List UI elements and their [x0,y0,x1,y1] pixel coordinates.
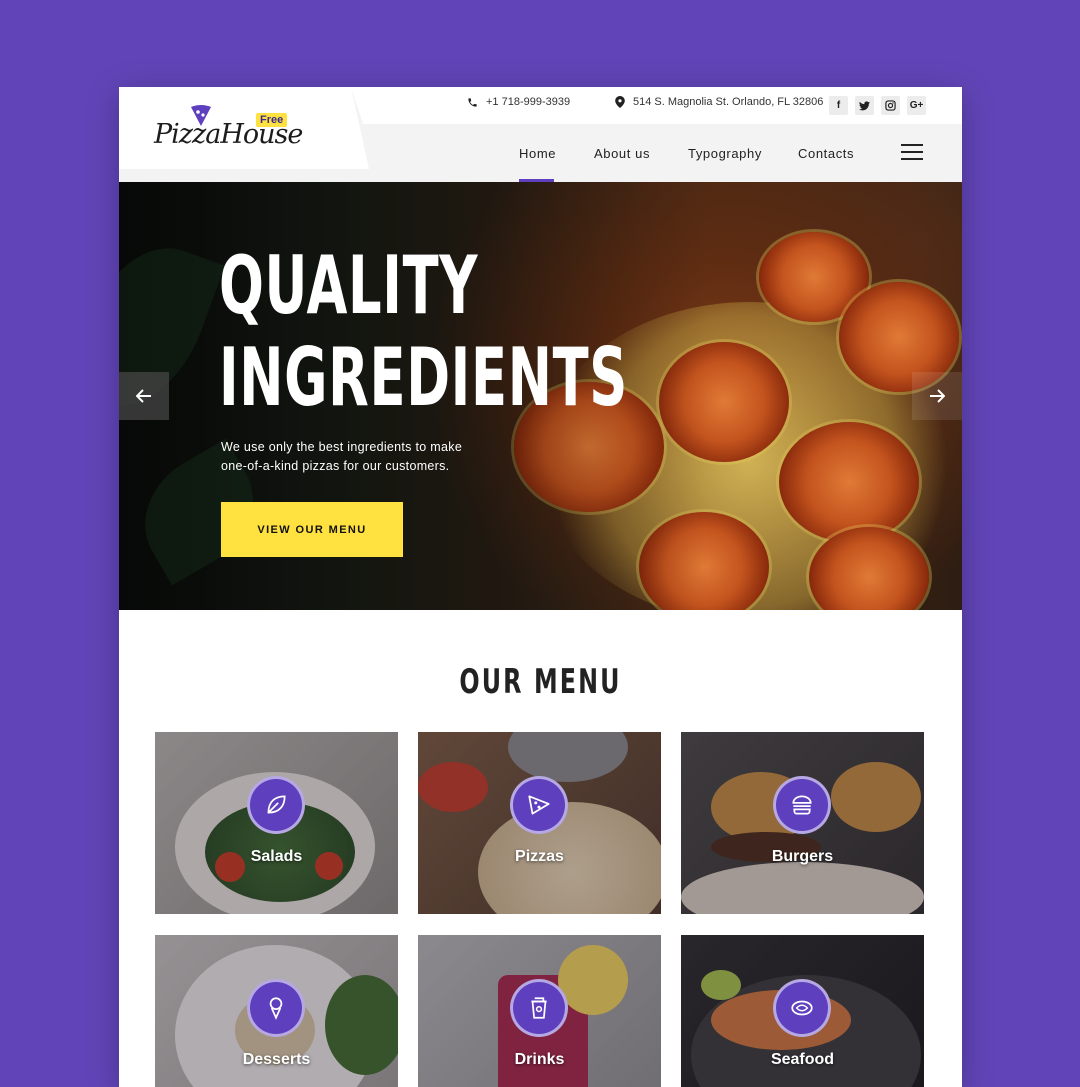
burger-icon [773,776,831,834]
menu-section-title: OUR MENU [459,662,622,702]
nav-typography[interactable]: Typography [688,146,762,161]
menu-card-label: Pizzas [515,848,564,865]
nav-contacts[interactable]: Contacts [798,146,854,161]
cup-icon [510,979,568,1037]
hero-description: We use only the best ingredients to make… [221,440,463,473]
menu-card-burgers[interactable]: Burgers [681,732,924,914]
menu-card-label: Burgers [771,848,834,865]
free-badge: Free [256,113,288,127]
hero-title: QUALITY INGREDIENTS [219,240,628,424]
site-header: PizzaHouse Free +1 718-999-3939 514 S. M… [119,87,962,182]
logo[interactable]: PizzaHouse Free [154,105,303,155]
nav-home[interactable]: Home [519,146,556,161]
facebook-icon[interactable]: f [829,96,848,115]
menu-card-desserts[interactable]: Desserts [155,935,398,1087]
phone-contact[interactable]: +1 718-999-3939 [467,96,570,108]
menu-card-pizzas[interactable]: Pizzas [418,732,661,914]
menu-card-label: Drinks [514,1051,565,1068]
arrow-left-icon [136,389,151,403]
arrow-right-icon [930,389,945,403]
phone-icon [468,97,477,107]
menu-card-label: Seafood [770,1051,835,1068]
menu-card-label: Salads [250,848,303,865]
twitter-icon[interactable] [855,96,874,115]
menu-card-label: Desserts [242,1051,311,1068]
google-plus-icon[interactable]: G+ [907,96,926,115]
phone-number: +1 718-999-3939 [486,96,571,108]
hamburger-menu-icon[interactable] [901,144,923,161]
slider-next-button[interactable] [912,372,962,420]
address-contact: 514 S. Magnolia St. Orlando, FL 32806 [615,96,823,108]
location-pin-icon [615,96,625,108]
address-text: 514 S. Magnolia St. Orlando, FL 32806 [633,96,824,108]
pizza-slice-icon [510,776,568,834]
hero-slider: QUALITY INGREDIENTS We use only the best… [119,182,962,610]
ice-cream-icon [247,979,305,1037]
hero-title-line-2: INGREDIENTS [219,331,628,424]
menu-card-salads[interactable]: Salads [155,732,398,914]
menu-card-drinks[interactable]: Drinks [418,935,661,1087]
website-page: PizzaHouse Free +1 718-999-3939 514 S. M… [119,87,962,1087]
leaf-icon [247,776,305,834]
menu-card-seafood[interactable]: Seafood [681,935,924,1087]
fish-steak-icon [773,979,831,1037]
instagram-icon[interactable] [881,96,900,115]
slider-prev-button[interactable] [119,372,169,420]
view-menu-button[interactable]: VIEW OUR MENU [221,502,403,557]
nav-about-us[interactable]: About us [594,146,650,161]
hero-title-line-1: QUALITY [219,239,479,332]
